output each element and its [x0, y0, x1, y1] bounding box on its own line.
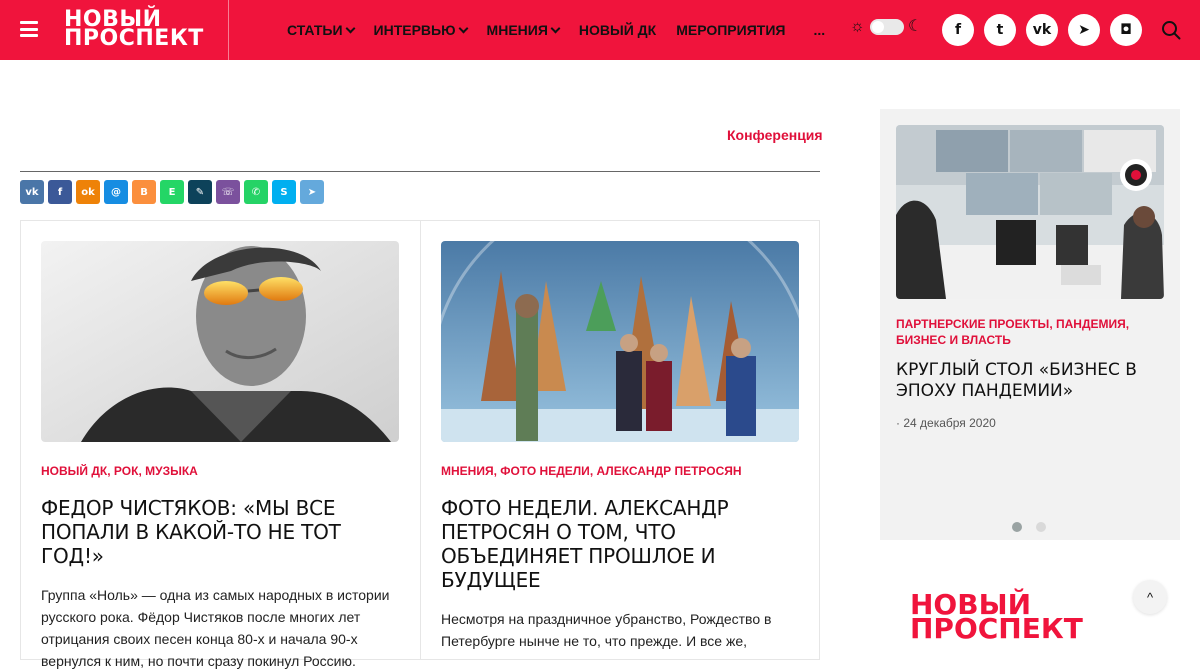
article-image[interactable]	[41, 241, 399, 442]
social-links: f t vk ➤ ◘	[942, 14, 1152, 46]
logo-line-2: ПРОСПЕКТ	[910, 612, 1083, 645]
article-tags: МНЕНИЯ, ФОТО НЕДЕЛИ, АЛЕКСАНДР ПЕТРОСЯН	[441, 464, 742, 478]
round-table-photo	[896, 125, 1164, 299]
share-blogger-icon[interactable]: B	[132, 180, 156, 204]
chevron-down-icon	[345, 23, 355, 33]
article-title[interactable]: ФОТО НЕДЕЛИ. АЛЕКСАНДР ПЕТРОСЯН О ТОМ, Ч…	[441, 496, 799, 592]
nav-item-label: НОВЫЙ ДК	[578, 22, 657, 38]
site-logo[interactable]: НОВЫЙ ПРОСПЕКТ	[64, 9, 204, 51]
share-viber-icon[interactable]: ☏	[216, 180, 240, 204]
scroll-top-button[interactable]: ^	[1133, 580, 1167, 614]
sidebar-logo[interactable]: НОВЫЙ ПРОСПЕКТ	[910, 591, 1083, 645]
date-separator: ·	[896, 416, 900, 430]
article-card: НОВЫЙ ДК, РОК, МУЗЫКА ФЕДОР ЧИСТЯКОВ: «М…	[21, 221, 420, 669]
article-card: МНЕНИЯ, ФОТО НЕДЕЛИ, АЛЕКСАНДР ПЕТРОСЯН …	[420, 221, 819, 659]
share-livejournal-icon[interactable]: ✎	[188, 180, 212, 204]
share-moimir-icon[interactable]: @	[104, 180, 128, 204]
tag-link[interactable]: ПАРТНЕРСКИЕ ПРОЕКТЫ	[896, 317, 1049, 331]
nav-item-new-dk[interactable]: НОВЫЙ ДК	[579, 22, 656, 38]
featured-slider: ПАРТНЕРСКИЕ ПРОЕКТЫ, ПАНДЕМИЯ, БИЗНЕС И …	[880, 109, 1180, 540]
nav-item-events[interactable]: МЕРОПРИЯТИЯ	[676, 22, 785, 38]
slider-dot[interactable]	[1036, 522, 1046, 532]
category-link-conference[interactable]: Конференция	[727, 127, 823, 143]
portrait-photo	[41, 241, 399, 442]
facebook-icon[interactable]: f	[942, 14, 974, 46]
nav-item-articles[interactable]: СТАТЬИ	[287, 22, 355, 38]
tag-link[interactable]: РОК	[114, 464, 139, 478]
share-bar: vk f ok @ B E ✎ ☏ ✆ S ➤	[20, 180, 328, 204]
nav-item-label: МЕРОПРИЯТИЯ	[676, 22, 786, 38]
slide-title[interactable]: КРУГЛЫЙ СТОЛ «БИЗНЕС В ЭПОХУ ПАНДЕМИИ»	[896, 360, 1156, 402]
tag-link[interactable]: БИЗНЕС И ВЛАСТЬ	[896, 333, 1011, 347]
tag-link[interactable]: ФОТО НЕДЕЛИ	[500, 464, 590, 478]
tag-link[interactable]: МНЕНИЯ	[441, 464, 494, 478]
tag-link[interactable]: НОВЫЙ ДК	[41, 464, 107, 478]
share-facebook-icon[interactable]: f	[48, 180, 72, 204]
theme-toggle[interactable]: ☼ ☾	[850, 19, 922, 35]
section-divider	[20, 171, 820, 172]
instagram-icon[interactable]: ◘	[1110, 14, 1142, 46]
theme-switch[interactable]	[870, 19, 904, 35]
tag-link[interactable]: АЛЕКСАНДР ПЕТРОСЯН	[596, 464, 741, 478]
christmas-scene-photo	[441, 241, 799, 442]
nav-more-button[interactable]: ...	[813, 22, 825, 38]
logo-line-2: ПРОСПЕКТ	[64, 26, 204, 51]
nav-item-label: ИНТЕРВЬЮ	[373, 22, 456, 38]
slider-pagination	[1012, 522, 1060, 532]
share-evernote-icon[interactable]: E	[160, 180, 184, 204]
moon-icon: ☾	[908, 18, 923, 35]
site-header: НОВЫЙ ПРОСПЕКТ СТАТЬИ ИНТЕРВЬЮ МНЕНИЯ НО…	[0, 0, 1200, 60]
article-title[interactable]: ФЕДОР ЧИСТЯКОВ: «МЫ ВСЕ ПОПАЛИ В КАКОЙ-Т…	[41, 496, 400, 568]
article-tags: НОВЫЙ ДК, РОК, МУЗЫКА	[41, 464, 198, 478]
vk-icon[interactable]: vk	[1026, 14, 1058, 46]
nav-item-opinions[interactable]: МНЕНИЯ	[486, 22, 561, 38]
main-nav: СТАТЬИ ИНТЕРВЬЮ МНЕНИЯ НОВЫЙ ДК МЕРОПРИЯ…	[287, 0, 825, 60]
slider-dot-active[interactable]	[1012, 522, 1022, 532]
nav-item-label: СТАТЬИ	[287, 22, 343, 38]
article-grid: НОВЫЙ ДК, РОК, МУЗЫКА ФЕДОР ЧИСТЯКОВ: «М…	[20, 220, 820, 669]
slide-date: 24 декабря 2020	[903, 416, 996, 430]
share-vk-icon[interactable]: vk	[20, 180, 44, 204]
sun-icon: ☼	[850, 18, 865, 35]
telegram-icon[interactable]: ➤	[1068, 14, 1100, 46]
share-odnoklassniki-icon[interactable]: ok	[76, 180, 100, 204]
tag-link[interactable]: МУЗЫКА	[145, 464, 198, 478]
nav-item-label: МНЕНИЯ	[486, 22, 548, 38]
nav-item-interviews[interactable]: ИНТЕРВЬЮ	[373, 22, 468, 38]
search-icon[interactable]	[1161, 20, 1181, 40]
tag-link[interactable]: ПАНДЕМИЯ	[1056, 317, 1126, 331]
slide-tags: ПАРТНЕРСКИЕ ПРОЕКТЫ, ПАНДЕМИЯ, БИЗНЕС И …	[896, 317, 1130, 347]
article-excerpt: Несмотря на праздничное убранство, Рожде…	[441, 611, 772, 649]
menu-icon[interactable]	[20, 21, 38, 37]
slide-date-row: · 24 декабря 2020	[896, 416, 996, 430]
header-divider	[228, 0, 229, 60]
article-excerpt: Группа «Ноль» — одна из самых народных в…	[41, 587, 390, 669]
slide-image[interactable]	[896, 125, 1164, 299]
share-telegram-icon[interactable]: ➤	[300, 180, 324, 204]
chevron-down-icon	[458, 23, 468, 33]
twitter-icon[interactable]: t	[984, 14, 1016, 46]
share-skype-icon[interactable]: S	[272, 180, 296, 204]
chevron-down-icon	[550, 23, 561, 33]
article-image[interactable]	[441, 241, 799, 442]
share-whatsapp-icon[interactable]: ✆	[244, 180, 268, 204]
